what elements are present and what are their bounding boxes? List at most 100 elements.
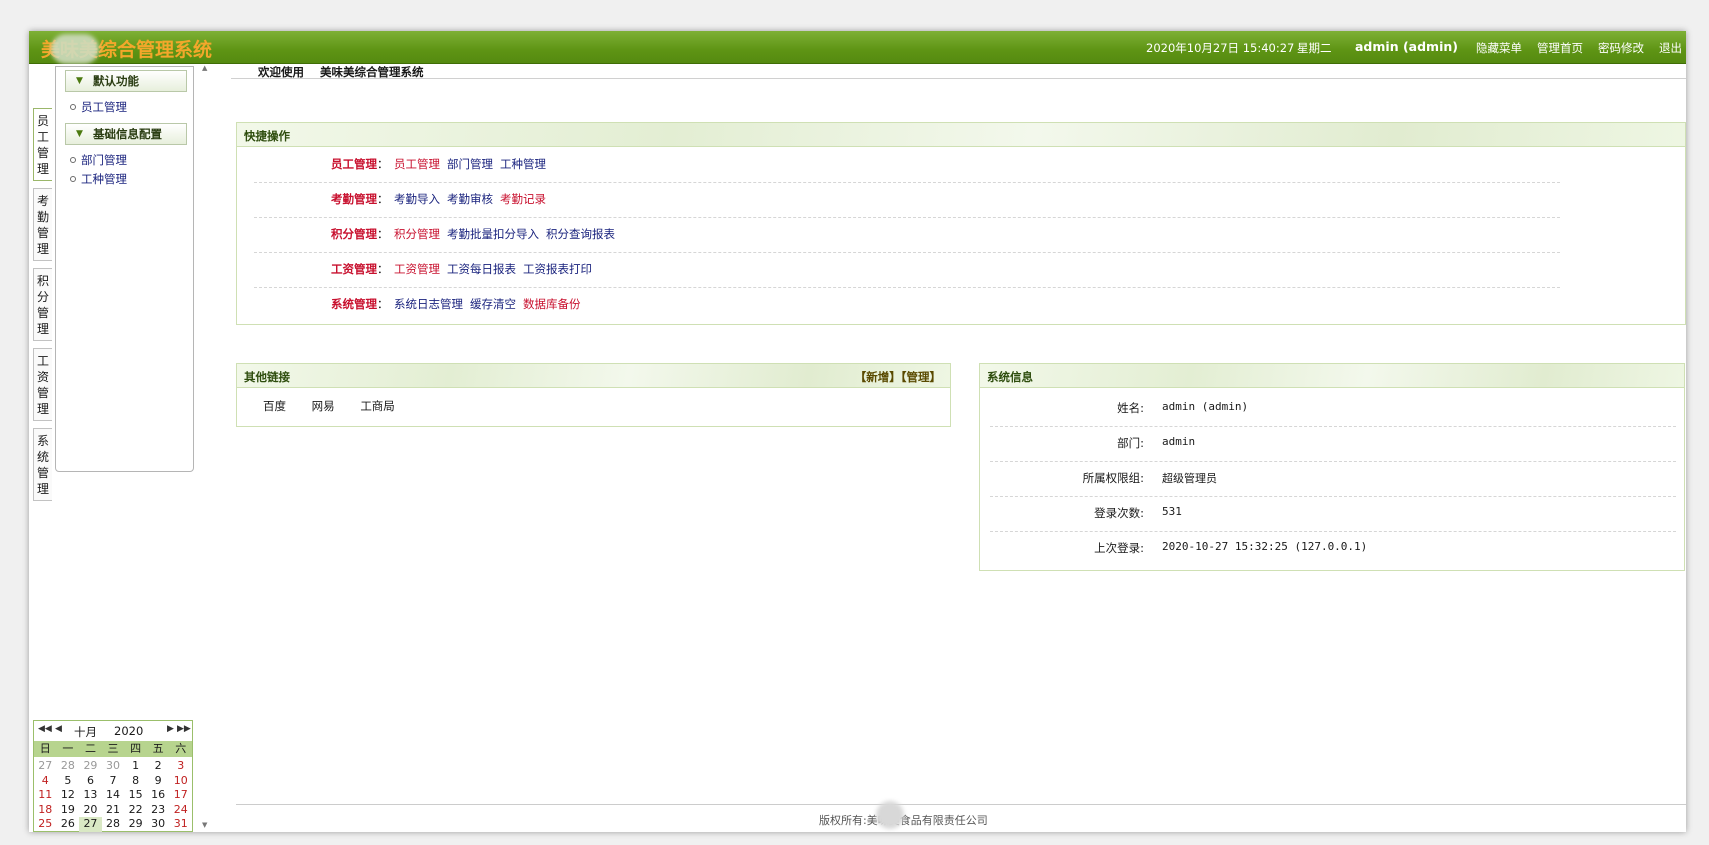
- calendar-day[interactable]: 9: [147, 774, 170, 789]
- calendar-day[interactable]: 8: [124, 774, 147, 789]
- calendar-day[interactable]: 10: [169, 774, 192, 789]
- calendar-day[interactable]: 11: [34, 788, 57, 803]
- calendar-day[interactable]: 27: [34, 759, 57, 774]
- tab-points-management[interactable]: 积 分 管 理: [33, 268, 52, 341]
- scroll-down-arrow-icon[interactable]: ▼: [202, 821, 207, 829]
- quick-action-link[interactable]: 员工管理: [394, 157, 440, 171]
- calendar-day[interactable]: 7: [102, 774, 125, 789]
- calendar-day[interactable]: 28: [102, 817, 125, 832]
- calendar-day[interactable]: 13: [79, 788, 102, 803]
- calendar-day[interactable]: 20: [79, 803, 102, 818]
- calendar-day[interactable]: 29: [124, 817, 147, 832]
- link-netease[interactable]: 网易: [312, 399, 335, 413]
- quick-action-link[interactable]: 考勤批量扣分导入: [447, 227, 539, 241]
- calendar-day[interactable]: 26: [57, 817, 80, 832]
- menu-item-department-management[interactable]: 部门管理: [70, 152, 127, 168]
- quick-action-link[interactable]: 工资管理: [394, 262, 440, 276]
- welcome-label: 欢迎使用: [258, 65, 304, 79]
- quick-action-link[interactable]: 部门管理: [447, 157, 493, 171]
- panel-header: 其他链接 【新增】【管理】: [237, 364, 950, 388]
- menu-item-employee-management[interactable]: 员工管理: [70, 99, 127, 115]
- calendar-day[interactable]: 5: [57, 774, 80, 789]
- menu-group-basic-config[interactable]: ▼ 基础信息配置: [65, 123, 187, 145]
- system-info-row: 部门: admin: [990, 426, 1676, 462]
- other-links-panel: 其他链接 【新增】【管理】 百度 网易 工商局: [236, 363, 951, 427]
- quick-action-link[interactable]: 缓存清空: [470, 297, 516, 311]
- quick-action-link[interactable]: 考勤导入: [394, 192, 440, 206]
- bullet-icon: [70, 175, 76, 182]
- calendar-day[interactable]: 6: [79, 774, 102, 789]
- quick-action-link[interactable]: 考勤审核: [447, 192, 493, 206]
- menu-item-job-type-management[interactable]: 工种管理: [70, 171, 127, 187]
- calendar-day[interactable]: 4: [102, 832, 125, 833]
- system-info-row: 登录次数: 531: [990, 496, 1676, 532]
- calendar-day[interactable]: 5: [124, 832, 147, 833]
- calendar-day[interactable]: 31: [169, 817, 192, 832]
- calendar-day[interactable]: 1: [124, 759, 147, 774]
- tab-char: 理: [36, 242, 49, 256]
- hide-menu-link[interactable]: 隐藏菜单: [1476, 40, 1522, 56]
- add-link-button[interactable]: 【新增】: [855, 370, 901, 384]
- menu-item-label: 部门管理: [81, 153, 127, 167]
- calendar-day[interactable]: 30: [147, 817, 170, 832]
- logout-link[interactable]: 退出: [1659, 40, 1682, 56]
- quick-action-link[interactable]: 积分管理: [394, 227, 440, 241]
- manage-links-button[interactable]: 【管理】: [901, 370, 941, 384]
- calendar-day[interactable]: 3: [79, 832, 102, 833]
- colon-separator: ：: [377, 262, 389, 276]
- next-year-icon[interactable]: ▶▶: [177, 724, 191, 734]
- admin-home-link[interactable]: 管理首页: [1537, 40, 1583, 56]
- calendar-day[interactable]: 16: [147, 788, 170, 803]
- calendar-day[interactable]: 27: [79, 817, 102, 832]
- calendar-day[interactable]: 1: [34, 832, 57, 833]
- calendar-day[interactable]: 3: [169, 759, 192, 774]
- menu-group-default-functions[interactable]: ▼ 默认功能: [65, 70, 187, 92]
- calendar-day[interactable]: 2: [147, 759, 170, 774]
- system-info-panel: 系统信息 姓名: admin (admin) 部门: admin 所属权限组: 超级管理员…: [979, 363, 1685, 571]
- bullet-icon: [70, 103, 76, 110]
- calendar-day[interactable]: 22: [124, 803, 147, 818]
- prev-month-icon[interactable]: ◀: [55, 724, 62, 734]
- calendar-day[interactable]: 2: [57, 832, 80, 833]
- calendar-day[interactable]: 21: [102, 803, 125, 818]
- calendar-day[interactable]: 17: [169, 788, 192, 803]
- system-info-value: 超级管理员: [1162, 472, 1217, 485]
- quick-action-link[interactable]: 积分查询报表: [546, 227, 615, 241]
- calendar-day[interactable]: 25: [34, 817, 57, 832]
- scroll-up-arrow-icon[interactable]: ▲: [202, 64, 207, 72]
- sidebar-scrollbar[interactable]: ▲ ▼: [199, 64, 213, 832]
- tab-char: 工: [36, 354, 49, 368]
- link-commerce-bureau[interactable]: 工商局: [360, 399, 395, 413]
- calendar-day[interactable]: 6: [147, 832, 170, 833]
- calendar-day[interactable]: 19: [57, 803, 80, 818]
- calendar-day[interactable]: 18: [34, 803, 57, 818]
- calendar-day[interactable]: 7: [169, 832, 192, 833]
- footer: 版权所有:美味美食品有限责任公司: [236, 801, 1686, 832]
- calendar-day[interactable]: 12: [57, 788, 80, 803]
- tab-employee-management[interactable]: 员 工 管 理: [33, 108, 52, 181]
- calendar-day[interactable]: 24: [169, 803, 192, 818]
- prev-year-icon[interactable]: ◀◀: [38, 724, 52, 734]
- calendar-day-grid: 27 28 29 30 1 2 3 4 5 6 7 8 9 10 11 12 13 14 15 16 17 18 19 20 2…: [34, 759, 192, 832]
- quick-action-link[interactable]: 考勤记录: [500, 192, 546, 206]
- calendar-day[interactable]: 4: [34, 774, 57, 789]
- calendar-day[interactable]: 28: [57, 759, 80, 774]
- tab-salary-management[interactable]: 工 资 管 理: [33, 348, 52, 421]
- calendar-day[interactable]: 14: [102, 788, 125, 803]
- tab-attendance-management[interactable]: 考 勤 管 理: [33, 188, 52, 261]
- tab-char: 资: [36, 370, 49, 384]
- quick-action-link[interactable]: 工资报表打印: [523, 262, 592, 276]
- quick-action-link[interactable]: 工种管理: [500, 157, 546, 171]
- calendar-day[interactable]: 29: [79, 759, 102, 774]
- menu-item-label: 工种管理: [81, 172, 127, 186]
- calendar-day[interactable]: 30: [102, 759, 125, 774]
- change-password-link[interactable]: 密码修改: [1598, 40, 1644, 56]
- next-month-icon[interactable]: ▶: [167, 724, 174, 734]
- tab-system-management[interactable]: 系 统 管 理: [33, 428, 52, 501]
- quick-action-link[interactable]: 系统日志管理: [394, 297, 463, 311]
- quick-action-link[interactable]: 工资每日报表: [447, 262, 516, 276]
- calendar-day[interactable]: 15: [124, 788, 147, 803]
- calendar-day[interactable]: 23: [147, 803, 170, 818]
- link-baidu[interactable]: 百度: [263, 399, 286, 413]
- quick-action-link[interactable]: 数据库备份: [523, 297, 581, 311]
